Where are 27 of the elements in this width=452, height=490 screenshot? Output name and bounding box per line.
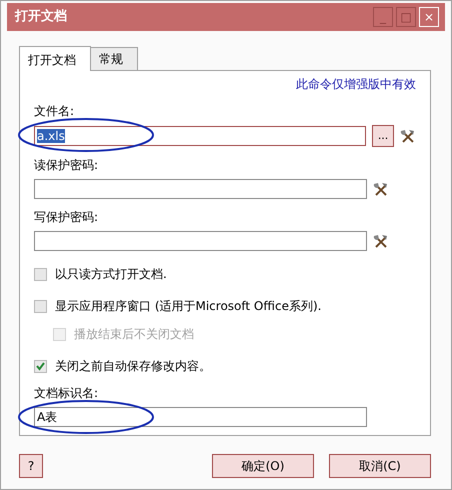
tools-icon[interactable] (373, 233, 389, 249)
window-title: 打开文档 (15, 8, 68, 26)
input-field[interactable] (34, 179, 367, 199)
tools-icon[interactable] (400, 128, 416, 144)
field-label: 读保护密码: (34, 157, 100, 174)
close-button[interactable]: × (419, 7, 439, 27)
checkbox[interactable] (34, 268, 47, 280)
checkbox[interactable] (34, 360, 47, 372)
option-label: 以只读方式打开文档. (55, 266, 167, 283)
ok-button[interactable]: 确定(O) (212, 454, 314, 478)
input-field[interactable]: a.xls (34, 126, 366, 146)
tab[interactable]: 打开文档 (19, 46, 91, 71)
input-field[interactable] (34, 231, 367, 251)
browse-button[interactable]: ... (372, 125, 394, 147)
option-label: 播放结束后不关闭文档 (74, 326, 194, 343)
field-label: 写保护密码: (34, 209, 100, 226)
notice-text: 此命令仅增强版中有效 (295, 76, 416, 93)
help-button[interactable]: ? (19, 454, 43, 478)
tab[interactable]: 常规 (90, 47, 138, 70)
option-label: 关闭之前自动保存修改内容。 (55, 358, 211, 375)
field-label: 文件名: (34, 103, 76, 120)
option-label: 显示应用程序窗口 (适用于Microsoft Office系列). (55, 298, 322, 315)
input-field[interactable]: A表 (34, 407, 367, 427)
cancel-button[interactable]: 取消(C) (329, 454, 431, 478)
tools-icon[interactable] (373, 181, 389, 197)
checkbox[interactable] (34, 300, 47, 312)
field-label: 文档标识名: (34, 385, 100, 402)
